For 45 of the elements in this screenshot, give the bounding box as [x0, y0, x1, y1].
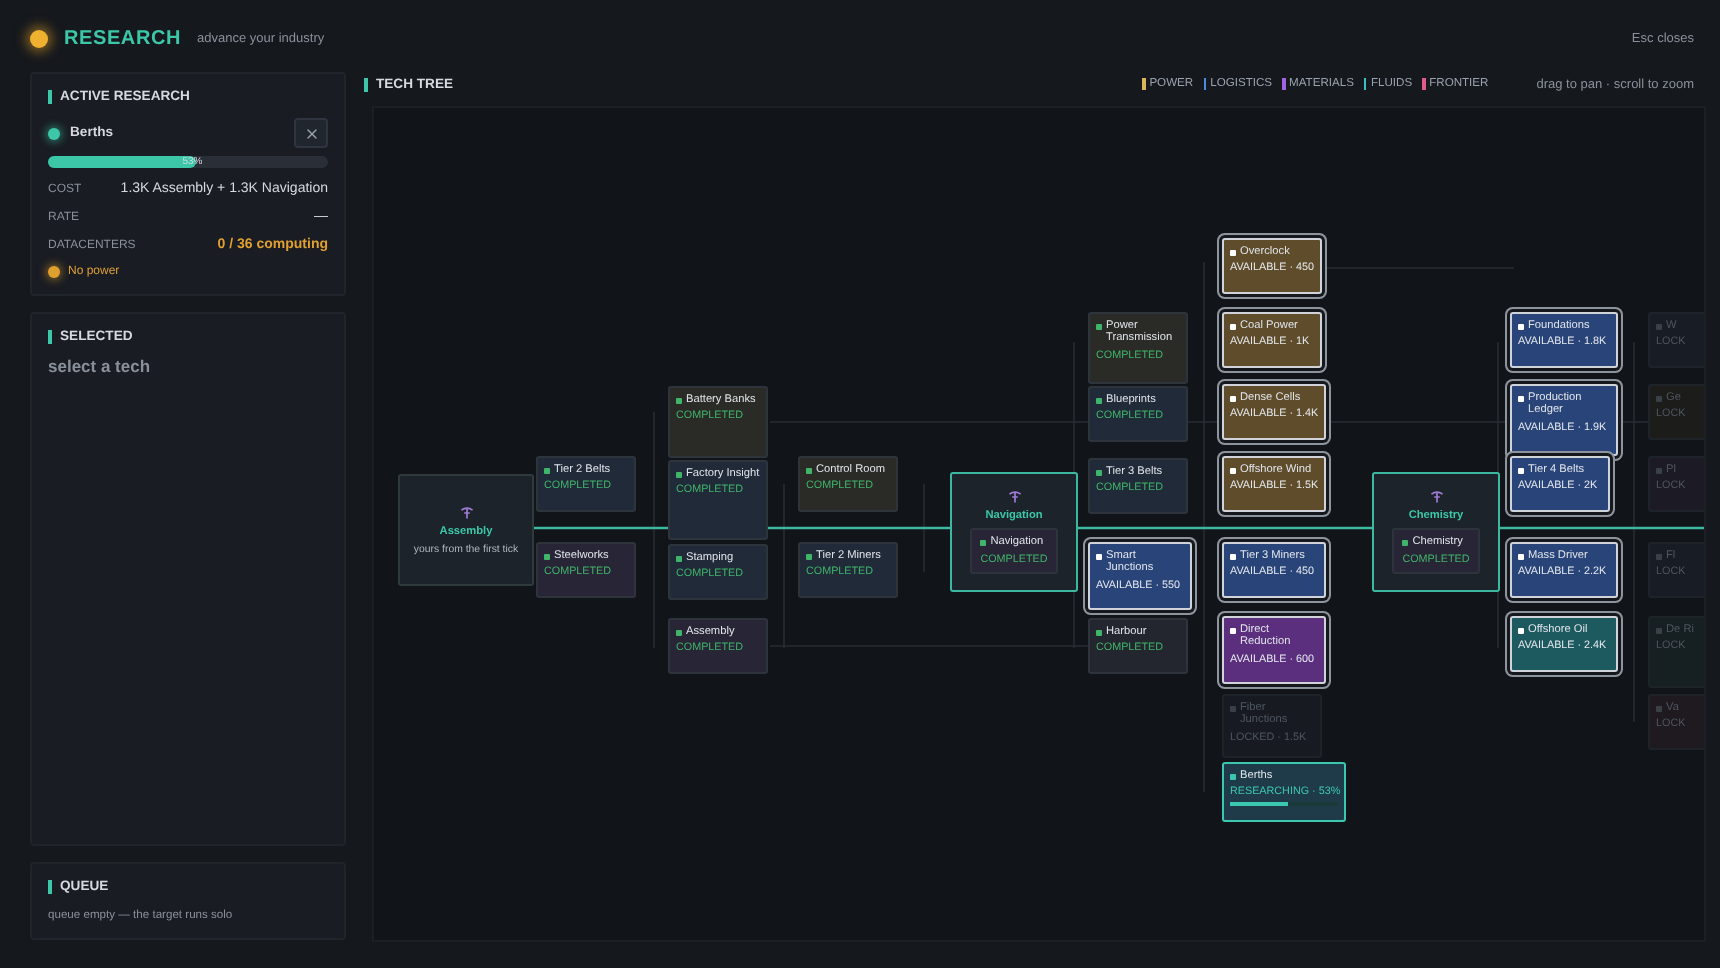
status-icon [980, 539, 987, 546]
status-icon [806, 467, 812, 473]
status-icon [676, 471, 682, 477]
status-icon [544, 553, 550, 559]
status-icon [1230, 553, 1236, 559]
status-icon [1230, 395, 1236, 401]
antenna-icon [459, 505, 473, 519]
status-icon [1518, 467, 1524, 473]
logo-icon [30, 29, 48, 47]
status-icon [1096, 469, 1102, 475]
status-icon [1230, 467, 1236, 473]
status-icon [1518, 627, 1524, 633]
status-icon [1656, 323, 1662, 329]
status-icon [1518, 395, 1524, 401]
tree-canvas[interactable] [372, 106, 1706, 942]
status-icon [48, 127, 60, 139]
status-icon [1096, 553, 1102, 559]
status-icon [676, 629, 682, 635]
status-icon [1230, 705, 1236, 711]
status-icon [1656, 627, 1662, 633]
antenna-icon [1429, 490, 1443, 505]
status-icon [1230, 323, 1236, 329]
status-icon [1518, 553, 1524, 559]
close-icon [303, 125, 319, 141]
status-icon [1518, 323, 1524, 329]
status-icon [1656, 467, 1662, 473]
status-icon [1230, 249, 1236, 255]
status-icon [1096, 397, 1102, 403]
warning-icon [48, 266, 60, 278]
status-icon [1096, 323, 1102, 329]
selected-prompt: select a tech [48, 356, 153, 376]
status-icon [1230, 627, 1236, 633]
status-icon [676, 397, 682, 403]
close-button[interactable] [294, 118, 328, 148]
status-icon [1656, 553, 1662, 559]
status-icon [1656, 705, 1662, 711]
status-icon [1402, 539, 1409, 546]
status-icon [1656, 395, 1662, 401]
page-title: RESEARCH [64, 27, 182, 49]
antenna-icon [1007, 490, 1021, 505]
status-icon [1230, 773, 1236, 779]
status-icon [544, 467, 550, 473]
status-icon [1096, 629, 1102, 635]
status-icon [676, 555, 682, 561]
status-icon [806, 553, 812, 559]
